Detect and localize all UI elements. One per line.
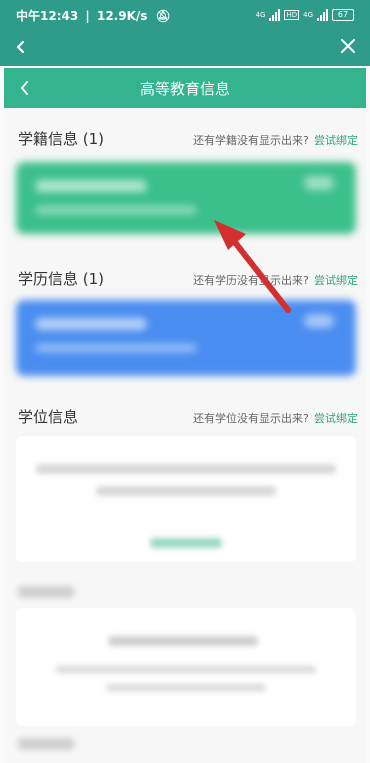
annotation-arrow-icon: [214, 220, 291, 313]
